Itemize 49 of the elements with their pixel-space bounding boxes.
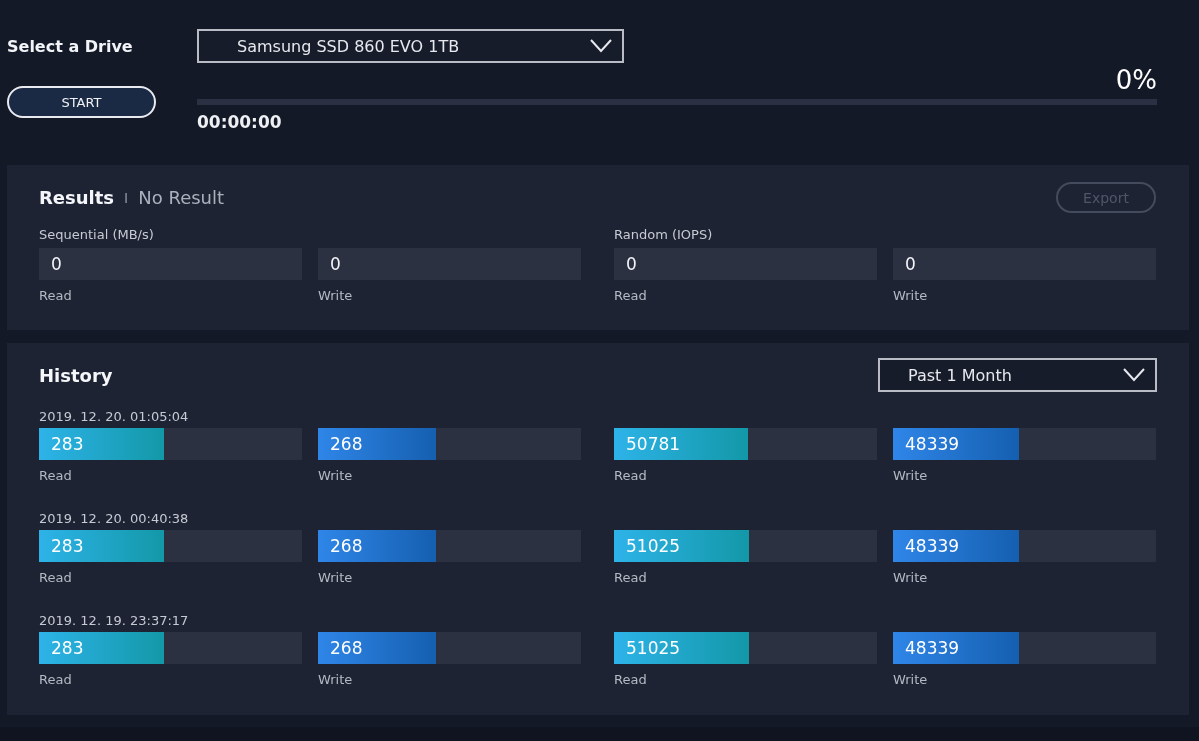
bar-value: 283: [51, 535, 84, 558]
bar-label: Read: [39, 671, 73, 689]
bar-value: 283: [51, 433, 84, 456]
bar-label: Write: [318, 671, 354, 689]
field-label: Write: [318, 287, 354, 305]
bar-value: 268: [330, 637, 363, 660]
bar-value: 51025: [626, 535, 681, 558]
elapsed-time: 00:00:00: [197, 111, 282, 133]
value-field: 0: [893, 248, 1156, 280]
bar-label: Read: [614, 671, 648, 689]
group-title: Random (IOPS): [614, 226, 714, 244]
field-label: Read: [614, 287, 648, 305]
value-field: 0: [39, 248, 302, 280]
bar-label: Read: [614, 467, 648, 485]
bar-value: 48339: [905, 637, 960, 660]
period-dropdown[interactable]: Past 1 Month: [878, 358, 1157, 392]
bar-value: 50781: [626, 433, 681, 456]
bar-value: 48339: [905, 433, 960, 456]
progress-percent: 0%: [1115, 65, 1157, 95]
history-title: History: [39, 364, 113, 386]
bar-label: Write: [318, 467, 354, 485]
bar-value: 51025: [626, 637, 681, 660]
timestamp: 2019. 12. 20. 00:40:38: [39, 510, 190, 528]
bar-label: Read: [39, 569, 73, 587]
group-title: Sequential (MB/s): [39, 226, 155, 244]
bar-value: 268: [330, 433, 363, 456]
value-field: 0: [614, 248, 877, 280]
bar-label: Read: [614, 569, 648, 587]
timestamp: 2019. 12. 19. 23:37:17: [39, 612, 190, 630]
start-button[interactable]: START: [7, 86, 156, 118]
bar-value: 268: [330, 535, 363, 558]
bar-label: Write: [893, 467, 929, 485]
field-label: Read: [39, 287, 73, 305]
bar-label: Write: [318, 569, 354, 587]
bar-label: Write: [893, 671, 929, 689]
bar-label: Read: [39, 467, 73, 485]
field-label: Write: [893, 287, 929, 305]
results-status: No Result: [138, 187, 225, 208]
results-title: Results: [39, 187, 115, 208]
drive-dropdown[interactable]: Samsung SSD 860 EVO 1TB: [197, 29, 624, 63]
timestamp: 2019. 12. 20. 01:05:04: [39, 408, 190, 426]
drive-label: Select a Drive: [7, 36, 134, 58]
bar-value: 283: [51, 637, 84, 660]
value-field: 0: [318, 248, 581, 280]
bar-value: 48339: [905, 535, 960, 558]
separator: I: [124, 189, 129, 206]
chevron-down-icon: [590, 39, 612, 53]
chevron-down-icon: [1123, 368, 1145, 382]
bar-label: Write: [893, 569, 929, 587]
